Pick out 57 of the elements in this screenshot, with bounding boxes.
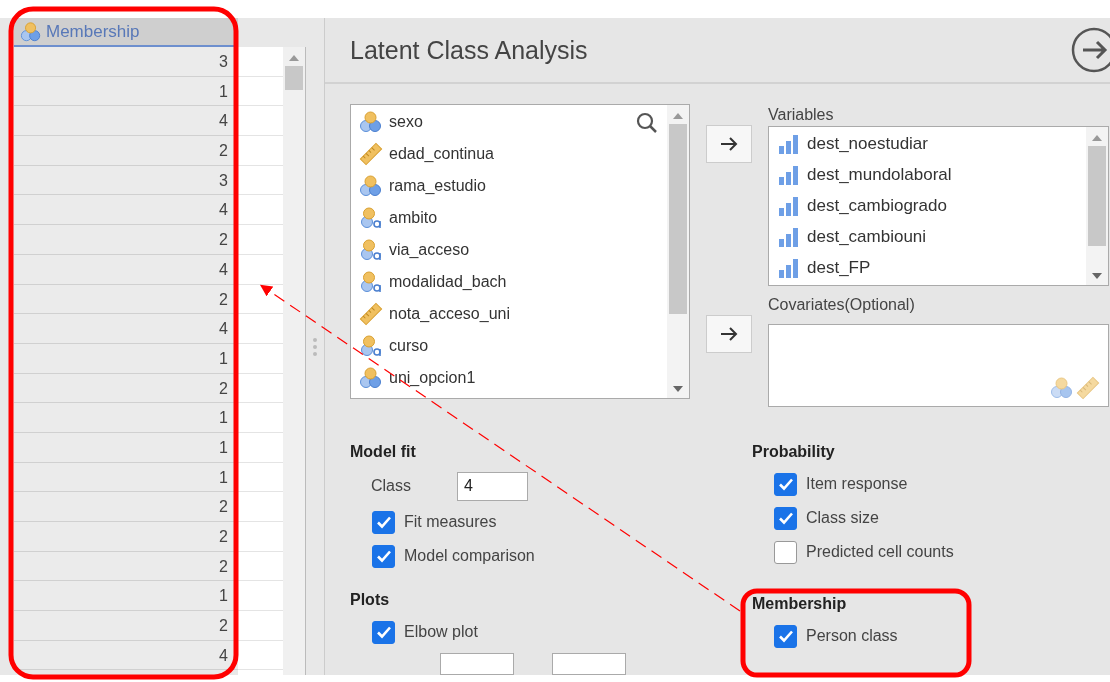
- checkbox[interactable]: [774, 540, 797, 564]
- list-label: Covariates(Optional): [768, 295, 916, 315]
- nominal-icon: [359, 174, 383, 198]
- option-label: Item response: [806, 475, 908, 493]
- checkbox[interactable]: [372, 510, 395, 534]
- input-field[interactable]: [552, 653, 626, 675]
- panel-title: Latent Class Analysis: [350, 35, 588, 65]
- variable-item[interactable]: via_acceso: [389, 241, 470, 259]
- section-heading: Model fit: [350, 442, 417, 462]
- scrollbar[interactable]: [1086, 127, 1108, 285]
- move-right-button[interactable]: [706, 125, 752, 163]
- arrow-right-icon: [720, 137, 738, 151]
- nominal-icon: [359, 110, 383, 134]
- variable-item[interactable]: ambito: [389, 209, 438, 227]
- input-field[interactable]: 4: [457, 471, 528, 501]
- nominal-text-icon: [359, 206, 383, 230]
- checkbox[interactable]: [372, 544, 395, 568]
- arrow-right-icon: [720, 327, 738, 341]
- nominal-text-icon: [359, 270, 383, 294]
- splitter-handle[interactable]: [313, 337, 317, 356]
- section-heading: Membership: [752, 594, 848, 614]
- variable-item[interactable]: rama_estudio: [389, 177, 486, 195]
- list-label: Variables: [768, 105, 835, 125]
- search-icon[interactable]: [635, 111, 659, 135]
- move-right-button[interactable]: [706, 315, 752, 353]
- checkbox[interactable]: [774, 624, 797, 648]
- variable-item[interactable]: curso: [389, 337, 429, 355]
- option-label: Class size: [806, 509, 879, 527]
- variable-item[interactable]: dest_FP: [807, 257, 871, 278]
- checkbox[interactable]: [372, 620, 395, 644]
- nominal-icon: [20, 20, 42, 43]
- checkbox[interactable]: [774, 472, 797, 496]
- variable-item[interactable]: modalidad_bach: [389, 273, 507, 291]
- option-label: Fit measures: [404, 513, 497, 531]
- nominal-text-icon: [359, 238, 383, 262]
- variable-item[interactable]: dest_cambiouni: [807, 226, 927, 247]
- option-label: Model comparison: [404, 547, 535, 565]
- section-heading: Probability: [752, 442, 836, 462]
- option-label: Elbow plot: [404, 623, 478, 641]
- variable-item[interactable]: dest_mundolaboral: [807, 164, 952, 185]
- variable-item[interactable]: uni_opcion1: [389, 369, 476, 387]
- variable-item[interactable]: dest_noestudiar: [807, 133, 928, 154]
- field-label: Class: [371, 477, 412, 495]
- input-field[interactable]: [440, 653, 514, 675]
- variable-item[interactable]: sexo: [389, 113, 423, 131]
- nominal-icon: [359, 366, 383, 390]
- nominal-icon: [1050, 376, 1074, 400]
- scrollbar[interactable]: [283, 47, 306, 675]
- variable-item[interactable]: dest_cambiogrado: [807, 195, 947, 216]
- checkbox[interactable]: [774, 506, 797, 530]
- option-label: Person class: [806, 627, 898, 645]
- variable-item[interactable]: nota_acceso_uni: [389, 305, 510, 323]
- variable-item[interactable]: edad_continua: [389, 145, 494, 163]
- scrollbar[interactable]: [667, 105, 689, 398]
- nominal-text-icon: [359, 334, 383, 358]
- section-heading: Plots: [350, 590, 391, 610]
- option-label: Predicted cell counts: [806, 543, 954, 561]
